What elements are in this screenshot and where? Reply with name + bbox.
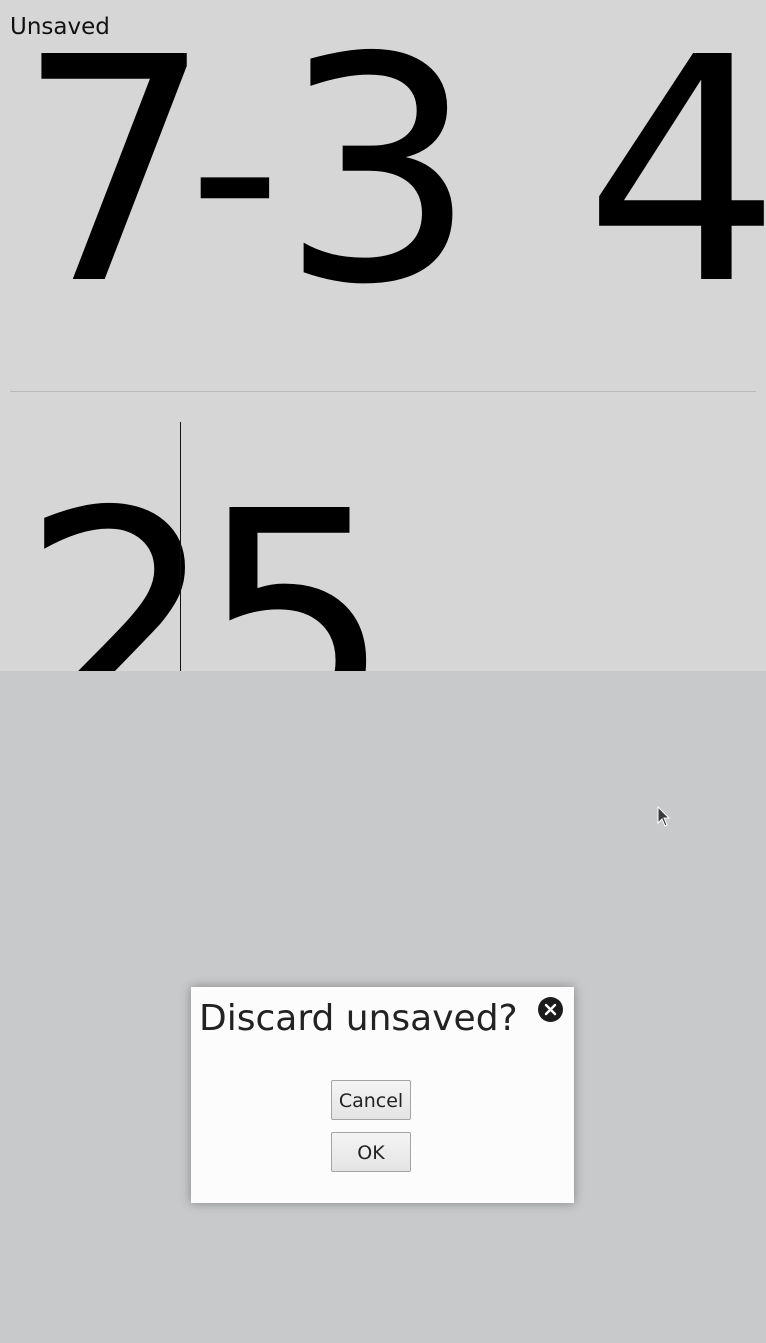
- text-cursor: [180, 422, 181, 671]
- mouse-pointer-icon: [657, 806, 671, 827]
- problem-display: 7 - 3 4: [0, 18, 766, 328]
- problem-digit: 4: [584, 0, 766, 353]
- cancel-button[interactable]: Cancel: [331, 1080, 411, 1120]
- problem-operator: -: [188, 19, 282, 321]
- close-icon[interactable]: [538, 997, 563, 1022]
- answer-digit: 5: [196, 446, 394, 672]
- discard-dialog: Discard unsaved? Cancel OK: [191, 987, 574, 1203]
- answer-digit: 2: [20, 446, 218, 672]
- app-window: Unsaved 7 - 3 4 2 5: [0, 0, 766, 671]
- dialog-title: Discard unsaved?: [199, 998, 518, 1039]
- answer-input-area[interactable]: 2 5: [0, 392, 766, 671]
- problem-digit: 7: [16, 0, 214, 353]
- problem-digit: 3: [280, 0, 478, 353]
- ok-button[interactable]: OK: [331, 1132, 411, 1172]
